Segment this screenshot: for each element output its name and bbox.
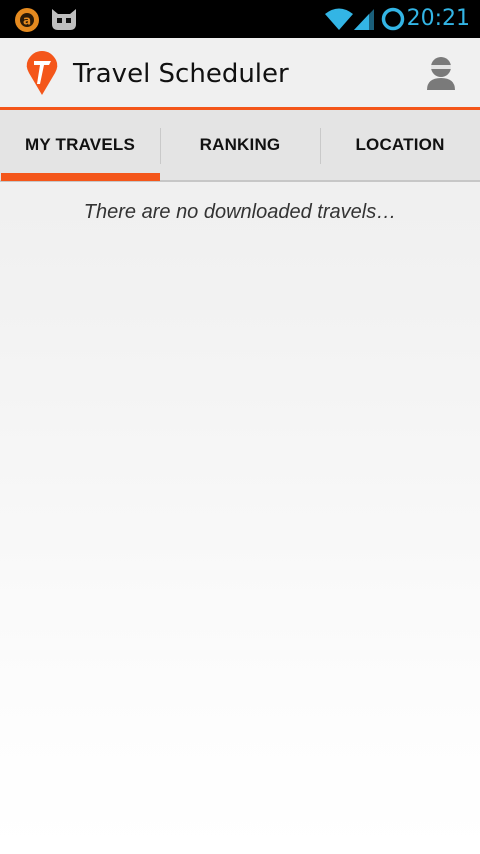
tab-ranking[interactable]: RANKING bbox=[160, 110, 320, 180]
cyanogen-mascot-icon bbox=[52, 9, 76, 30]
svg-text:a: a bbox=[23, 14, 31, 28]
cell-signal-icon bbox=[354, 9, 374, 30]
action-bar: Travel Scheduler bbox=[0, 38, 480, 110]
tab-my-travels[interactable]: MY TRAVELS bbox=[0, 110, 160, 180]
selected-tab-indicator bbox=[1, 173, 160, 181]
status-bar: a 20:21 bbox=[0, 0, 480, 38]
app-title: Travel Scheduler bbox=[73, 59, 289, 89]
tab-location[interactable]: LOCATION bbox=[320, 110, 480, 180]
travel-scheduler-logo-icon[interactable] bbox=[25, 50, 59, 96]
tab-bar: MY TRAVELS RANKING LOCATION bbox=[0, 110, 480, 182]
sync-ring-icon bbox=[381, 7, 405, 31]
user-profile-icon[interactable] bbox=[422, 54, 460, 92]
empty-state-message: There are no downloaded travels… bbox=[83, 201, 397, 223]
status-time: 20:21 bbox=[406, 6, 470, 31]
wifi-icon bbox=[325, 8, 353, 30]
notification-a-icon: a bbox=[15, 8, 39, 32]
